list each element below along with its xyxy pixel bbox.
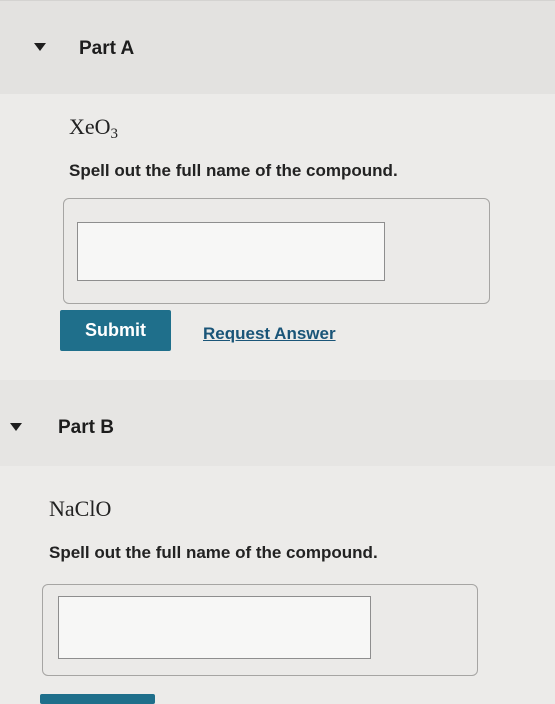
part-b-formula: NaClO: [49, 496, 112, 521]
request-answer-link[interactable]: Request Answer: [203, 324, 336, 344]
part-b-title: Part B: [58, 417, 114, 438]
part-a-answer-area: [63, 198, 490, 304]
part-a-header[interactable]: Part A: [0, 0, 555, 94]
part-a-answer-input[interactable]: [77, 222, 385, 281]
part-b-answer-input[interactable]: [58, 596, 371, 659]
caret-down-icon[interactable]: [34, 43, 46, 51]
caret-down-icon[interactable]: [10, 423, 22, 431]
part-a-formula: XeO3: [69, 114, 119, 142]
submit-button[interactable]: Submit: [60, 310, 171, 351]
part-a-title: Part A: [79, 38, 135, 59]
part-b-submit-button-edge[interactable]: [40, 694, 155, 704]
part-b-answer-area: [42, 584, 478, 676]
part-b-header[interactable]: Part B: [0, 380, 555, 466]
part-a-instruction: Spell out the full name of the compound.: [69, 161, 398, 180]
part-b-instruction: Spell out the full name of the compound.: [49, 543, 378, 562]
